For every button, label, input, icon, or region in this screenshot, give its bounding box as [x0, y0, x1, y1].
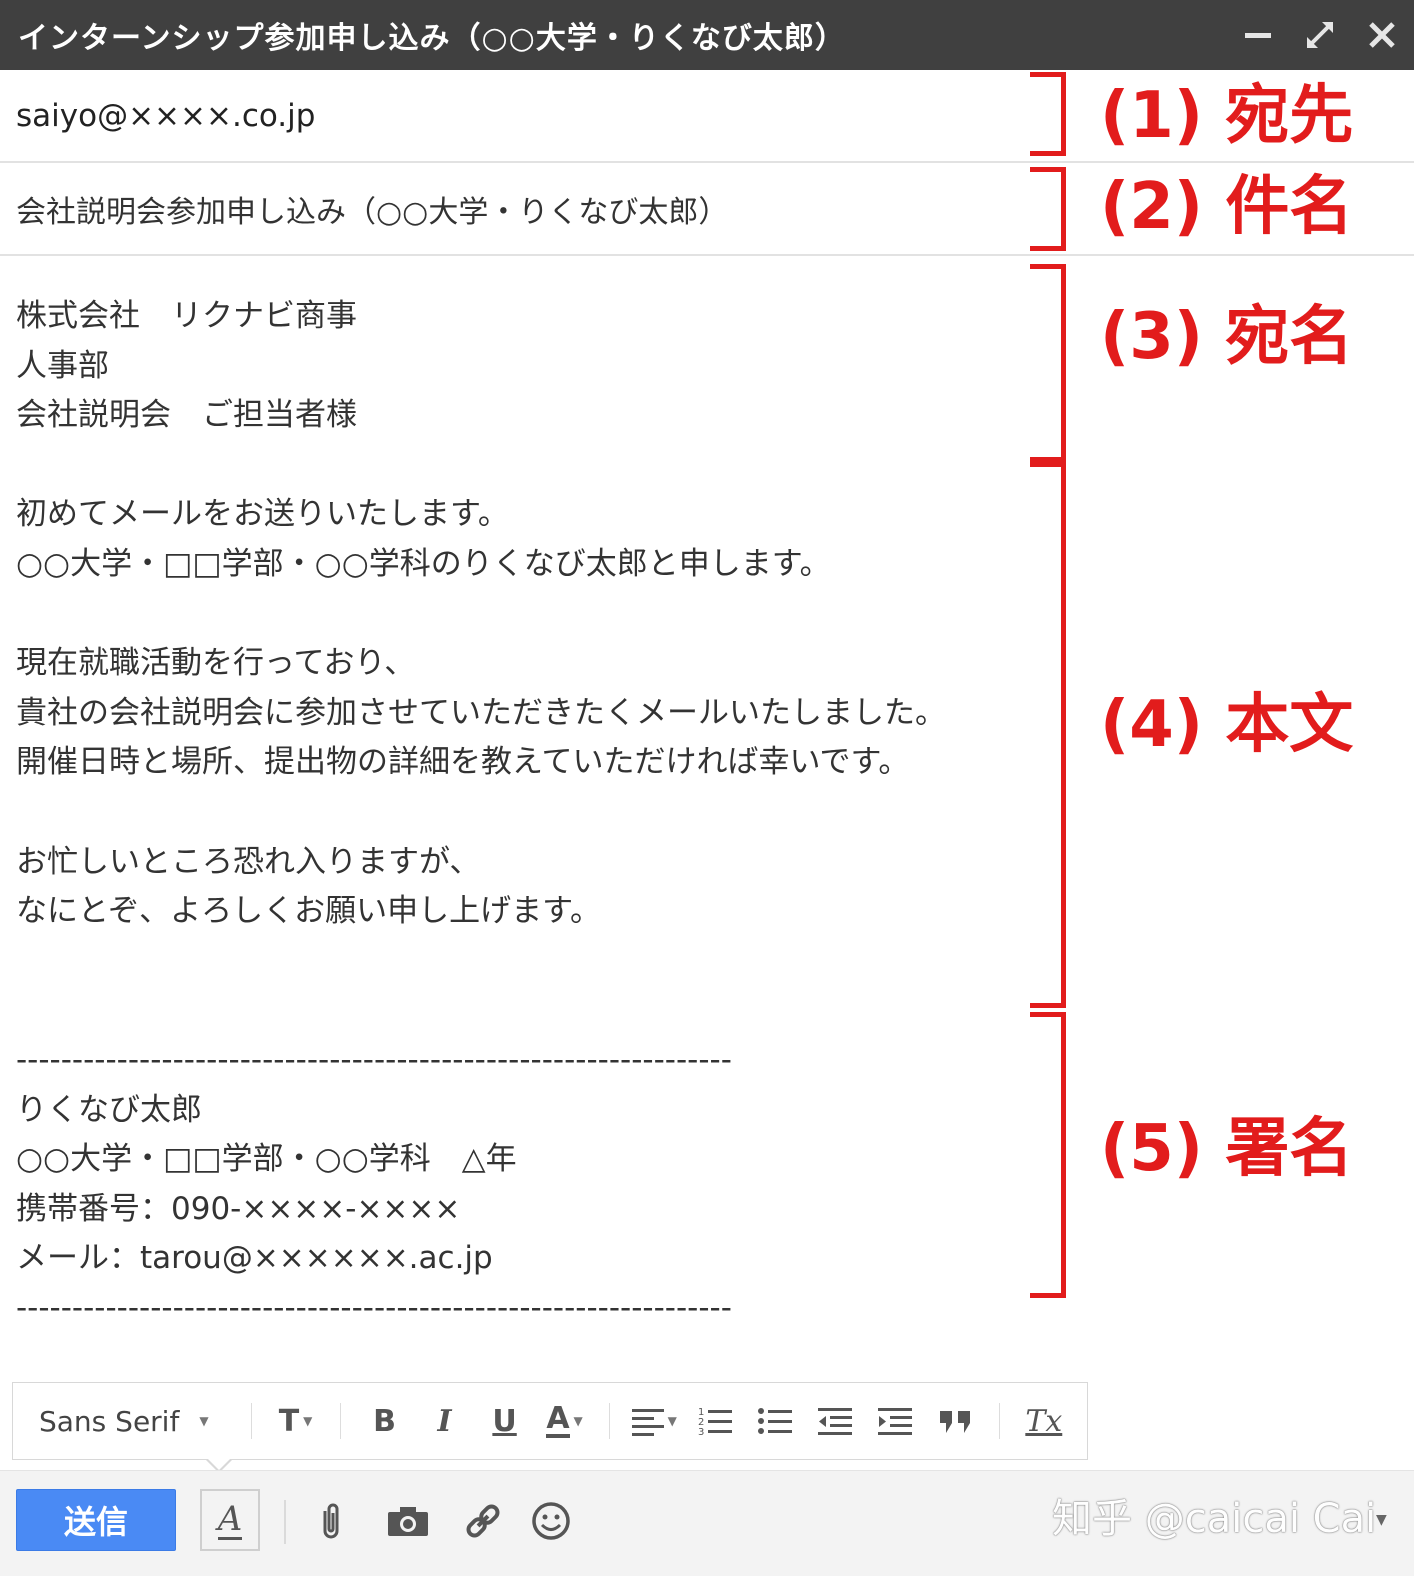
- signature-divider: ----------------------------------------…: [16, 1289, 732, 1326]
- chevron-down-icon: ▼: [667, 1414, 677, 1428]
- camera-icon: [388, 1507, 428, 1536]
- body-line: [16, 937, 1016, 987]
- annotation-label-subject: (2) 件名: [1100, 170, 1354, 244]
- body-line: 会社説明会 ご担当者様: [16, 397, 357, 434]
- signature-divider: ----------------------------------------…: [16, 1041, 732, 1078]
- body-line: [16, 590, 1016, 640]
- insert-photo-button[interactable]: [382, 1498, 434, 1544]
- annotation-bracket-recipient: [1030, 72, 1066, 156]
- align-left-icon: [631, 1409, 664, 1436]
- attach-file-button[interactable]: [308, 1498, 354, 1544]
- signature-line: ○○大学・□□学部・○○学科 △年: [16, 1141, 517, 1178]
- annotation-label-signature: (5) 署名: [1100, 1112, 1354, 1186]
- annotation-label-recipient: (1) 宛先: [1100, 79, 1354, 153]
- bold-button[interactable]: B: [363, 1396, 407, 1446]
- remove-formatting-button[interactable]: Tx: [1022, 1396, 1066, 1446]
- insert-link-button[interactable]: [460, 1498, 506, 1544]
- annotation-bracket-body: [1030, 462, 1066, 1008]
- text-size-button[interactable]: T ▼: [274, 1396, 318, 1446]
- body-line: なにとぞ、よろしくお願い申し上げます。: [16, 893, 601, 930]
- link-icon: [466, 1504, 500, 1538]
- expand-icon: [1307, 22, 1333, 48]
- signature-line: 携帯番号：090-××××-××××: [16, 1190, 461, 1227]
- bulleted-list-button[interactable]: [753, 1396, 797, 1446]
- chevron-down-icon: ▼: [573, 1414, 583, 1428]
- body-line: 初めてメールをお送りいたします。: [16, 496, 509, 533]
- bold-icon: B: [373, 1403, 396, 1439]
- italic-button[interactable]: I: [423, 1396, 467, 1446]
- toolbar-divider: [339, 1403, 341, 1439]
- message-body[interactable]: 株式会社 リクナビ商事 人事部 会社説明会 ご担当者様 初めてメールをお送りいた…: [16, 292, 1016, 1333]
- body-line: ○○大学・□□学部・○○学科のりくなび太郎と申します。: [16, 545, 831, 582]
- emoji-icon: [532, 1502, 570, 1540]
- toolbar-divider: [608, 1403, 610, 1439]
- paperclip-icon: [323, 1503, 339, 1539]
- annotation-bracket-addressee: [1030, 264, 1066, 462]
- minimize-icon: [1245, 33, 1271, 38]
- numbered-list-icon: 1 2 3: [698, 1407, 732, 1437]
- underline-button[interactable]: U: [483, 1396, 527, 1446]
- expand-button[interactable]: [1300, 15, 1340, 55]
- svg-text:3: 3: [698, 1427, 704, 1437]
- indent-less-button[interactable]: [813, 1396, 857, 1446]
- text-color-icon: A: [546, 1401, 570, 1438]
- body-line: 人事部: [16, 347, 109, 384]
- more-options-chevron-icon[interactable]: ▼: [1376, 1512, 1387, 1528]
- toolbar-pointer-fill: [207, 1458, 231, 1470]
- quote-icon: [939, 1411, 970, 1433]
- formatting-options-icon: A: [217, 1498, 243, 1540]
- body-line: [16, 986, 1016, 1036]
- compose-title-bar: インターンシップ参加申し込み（○○大学・りくなび太郎）: [0, 0, 1414, 70]
- body-line: 株式会社 リクナビ商事: [16, 298, 357, 334]
- annotation-bracket-subject: [1030, 167, 1066, 251]
- quote-button[interactable]: [933, 1396, 977, 1446]
- body-line: お忙しいところ恐れ入りますが、: [16, 843, 481, 880]
- chevron-down-icon: ▼: [303, 1414, 313, 1428]
- send-button[interactable]: 送信: [16, 1489, 176, 1551]
- toolbar-divider: [998, 1403, 1000, 1439]
- indent-more-icon: [877, 1408, 912, 1435]
- close-button[interactable]: [1362, 15, 1402, 55]
- indent-less-icon: [817, 1408, 852, 1435]
- formatting-toolbar: Sans Serif ▼ T ▼ B I U A ▼ ▼ 1 2 3 Tx: [12, 1382, 1088, 1460]
- annotation-label-body: (4) 本文: [1100, 688, 1354, 762]
- chevron-down-icon: ▼: [199, 1414, 209, 1428]
- formatting-options-button[interactable]: A: [200, 1489, 260, 1551]
- annotation-bracket-signature: [1030, 1012, 1066, 1298]
- indent-more-button[interactable]: [873, 1396, 917, 1446]
- body-line: [16, 441, 1016, 491]
- close-icon: [1369, 22, 1395, 48]
- align-button[interactable]: ▼: [631, 1396, 677, 1446]
- underline-icon: U: [492, 1403, 517, 1439]
- insert-emoji-button[interactable]: [528, 1498, 574, 1544]
- window-title: インターンシップ参加申し込み（○○大学・りくなび太郎）: [18, 21, 846, 56]
- body-line: 現在就職活動を行っており、: [16, 645, 416, 682]
- italic-icon: I: [437, 1403, 452, 1439]
- bottom-bar-divider: [284, 1500, 286, 1544]
- watermark: 知乎 @caicai Cai: [1052, 1496, 1377, 1542]
- font-family-select[interactable]: Sans Serif ▼: [39, 1405, 209, 1438]
- text-size-icon: T: [278, 1403, 300, 1439]
- signature-line: メール：tarou@××××××.ac.jp: [16, 1240, 493, 1277]
- remove-formatting-icon: Tx: [1025, 1403, 1063, 1439]
- window-controls: [1238, 0, 1402, 70]
- body-line: 貴社の会社説明会に参加させていただきたくメールいたしました。: [16, 694, 946, 731]
- body-line: [16, 788, 1016, 838]
- numbered-list-button[interactable]: 1 2 3: [693, 1396, 737, 1446]
- signature-line: りくなび太郎: [16, 1091, 202, 1128]
- text-color-button[interactable]: A ▼: [543, 1396, 587, 1446]
- minimize-button[interactable]: [1238, 15, 1278, 55]
- bulleted-list-icon: [757, 1408, 792, 1434]
- font-family-value: Sans Serif: [39, 1404, 180, 1438]
- annotation-label-addressee: (3) 宛名: [1100, 300, 1354, 374]
- toolbar-divider: [250, 1403, 252, 1439]
- body-line: 開催日時と場所、提出物の詳細を教えていただければ幸いです。: [16, 744, 910, 781]
